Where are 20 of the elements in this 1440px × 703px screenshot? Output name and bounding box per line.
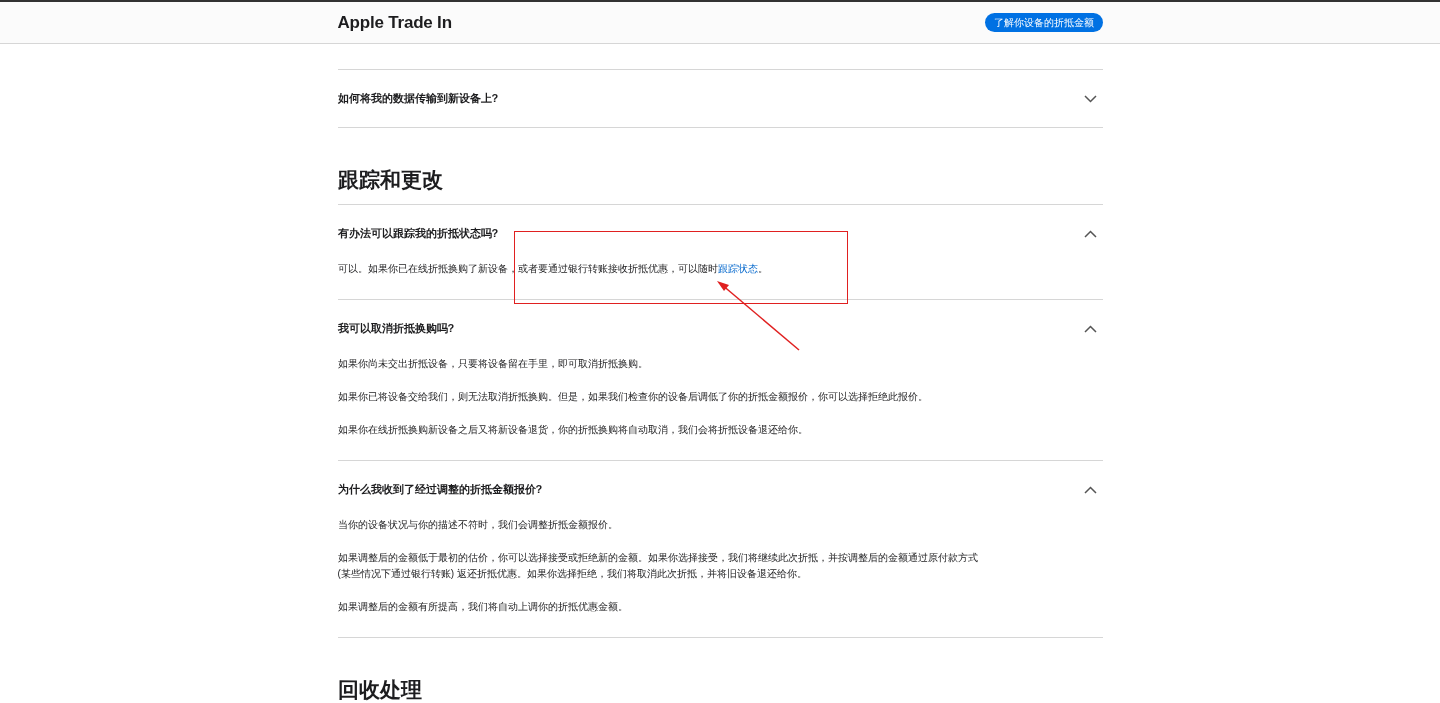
faq-question[interactable]: 为什么我收到了经过调整的折抵金额报价?	[337, 481, 543, 498]
track-status-link[interactable]: 跟踪状态	[717, 263, 758, 274]
faq-question[interactable]: 如何将我的数据传输到新设备上?	[337, 90, 499, 107]
section-heading: 回收处理	[337, 637, 1103, 703]
faq-question[interactable]: 我可以取消折抵换购吗?	[337, 320, 455, 337]
faq-answer: 可以。如果你已在线折抵换购了新设备，或者要通过银行转账接收折抵优惠，可以随时跟踪状态。	[337, 262, 769, 276]
chevron-down-icon[interactable]	[1083, 94, 1097, 103]
faq-answer: 如果你在线折抵换购新设备之后又将新设备退货，你的折抵换购将自动取消，我们会将折抵设备退还给你。	[337, 423, 809, 437]
page-title: Apple Trade In	[337, 12, 452, 33]
chevron-up-icon[interactable]	[1083, 485, 1097, 494]
faq-answer: 当你的设备状况与你的描述不符时，我们会调整折抵金额报价。	[337, 518, 619, 532]
faq-answer: 如果调整后的金额低于最初的估价，你可以选择接受或拒绝新的金额。如果你选择接受，我们将继续此次折抵，并按调整后的金额通过原付款方式 (某些情况下通过银行转账) 返还折抵优惠。如果你选择拒绝，我们将取消此次折抵，并将旧设备退还给你。	[337, 551, 978, 581]
faq-question[interactable]: 有办法可以跟踪我的折抵状态吗?	[337, 225, 499, 242]
section-heading: 跟踪和更改	[337, 127, 1103, 204]
trade-in-value-button[interactable]: 了解你设备的折抵金额	[984, 13, 1103, 32]
faq-answer: 如果你已将设备交给我们，则无法取消折抵换购。但是，如果我们检查你的设备后调低了你的折抵金额报价，你可以选择拒绝此报价。	[337, 390, 929, 404]
faq-answer: 如果调整后的金额有所提高，我们将自动上调你的折抵优惠金额。	[337, 600, 629, 614]
chevron-up-icon[interactable]	[1083, 229, 1097, 238]
chevron-up-icon[interactable]	[1083, 324, 1097, 333]
faq-answer: 如果你尚未交出折抵设备，只要将设备留在手里，即可取消折抵换购。	[337, 357, 649, 371]
